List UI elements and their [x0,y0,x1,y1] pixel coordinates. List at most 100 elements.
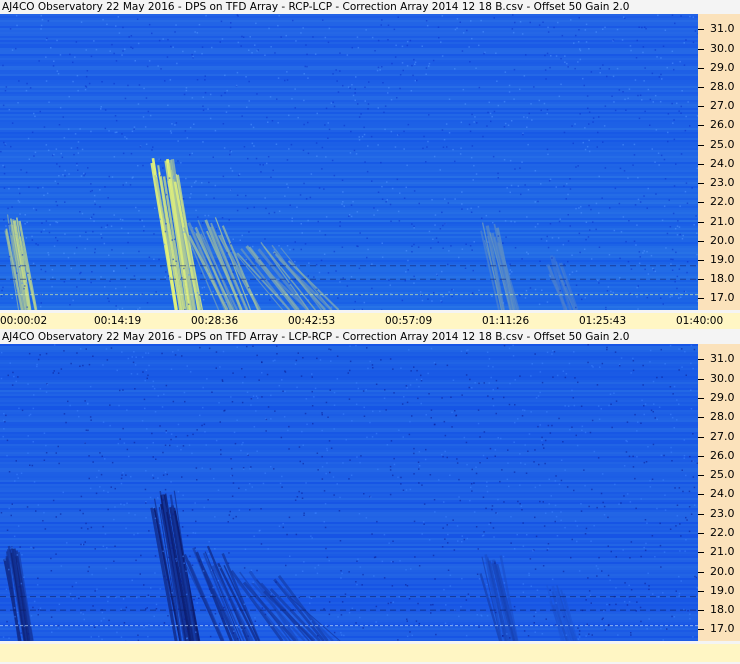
noise-speck [595,202,598,205]
noise-speck [497,177,499,179]
noise-speck [470,483,473,485]
noise-speck [158,258,160,261]
noise-speck [425,67,428,69]
noise-speck [383,397,386,400]
noise-speck [113,518,115,521]
noise-speck [7,223,10,225]
noise-speck [294,363,297,365]
noise-speck [447,542,449,544]
noise-speck [184,308,186,310]
noise-speck [393,457,395,460]
noise-speck [673,427,675,429]
noise-speck [140,554,142,557]
noise-speck [141,420,144,422]
noise-speck [469,61,471,63]
noise-speck [234,442,237,445]
noise-speck [636,601,638,603]
noise-row [0,234,700,236]
noise-speck [465,349,468,352]
noise-speck [317,469,319,471]
noise-speck [686,261,689,263]
noise-row [0,300,700,302]
noise-speck [359,232,361,234]
noise-speck [293,266,296,268]
noise-speck [676,234,679,236]
noise-speck [689,613,691,615]
noise-row [0,284,700,286]
noise-speck [531,363,533,365]
noise-speck [615,587,617,589]
noise-row [0,466,700,468]
noise-speck [28,414,31,417]
noise-speck [201,467,203,469]
noise-speck [203,423,206,426]
noise-speck [517,500,519,503]
noise-speck [496,387,499,389]
noise-speck [110,347,113,349]
noise-row [0,80,700,82]
noise-row [0,474,700,476]
noise-speck [644,582,646,585]
noise-speck [106,23,108,26]
noise-speck [519,167,521,169]
y-tick-label: 31.0 [710,22,735,36]
noise-speck [363,133,366,136]
noise-speck [142,116,145,118]
noise-speck [552,350,554,352]
noise-row [0,60,700,62]
noise-row [0,42,700,44]
noise-row [0,92,700,94]
noise-speck [241,368,243,370]
noise-speck [413,225,415,228]
noise-speck [691,187,693,189]
noise-speck [291,220,293,222]
noise-speck [572,142,574,145]
noise-speck [564,526,566,529]
noise-speck [389,358,392,360]
noise-speck [512,344,514,347]
noise-speck [258,258,260,260]
noise-speck [326,556,329,559]
noise-speck [189,371,192,373]
noise-speck [417,246,420,248]
noise-speck [111,43,113,46]
noise-speck [681,348,683,350]
noise-speck [377,191,380,193]
noise-speck [333,250,336,253]
noise-speck [647,187,649,190]
noise-speck [432,238,434,240]
noise-speck [42,520,44,522]
noise-speck [18,407,20,410]
noise-speck [133,128,135,130]
noise-speck [454,160,456,163]
noise-speck [506,187,508,189]
noise-row [0,354,700,356]
noise-row [0,218,700,220]
noise-speck [232,271,234,273]
noise-speck [53,60,55,62]
noise-speck [88,363,91,366]
noise-speck [628,584,630,587]
noise-speck [625,240,627,243]
noise-row [0,546,700,548]
noise-speck [695,576,698,579]
noise-speck [429,474,432,476]
noise-speck [567,214,569,216]
noise-speck [589,594,592,596]
noise-speck [418,482,420,484]
noise-row [0,476,700,478]
noise-speck [270,46,272,48]
noise-speck [316,452,319,454]
noise-speck [660,454,663,457]
noise-speck [665,247,667,249]
noise-speck [571,538,573,541]
y-tick-label: 24.0 [710,487,735,501]
noise-speck [413,227,415,229]
noise-row [0,392,700,394]
noise-speck [397,134,399,136]
noise-speck [570,19,572,21]
noise-row [0,72,700,74]
noise-row [0,428,700,430]
noise-speck [308,262,310,264]
noise-speck [72,299,74,302]
